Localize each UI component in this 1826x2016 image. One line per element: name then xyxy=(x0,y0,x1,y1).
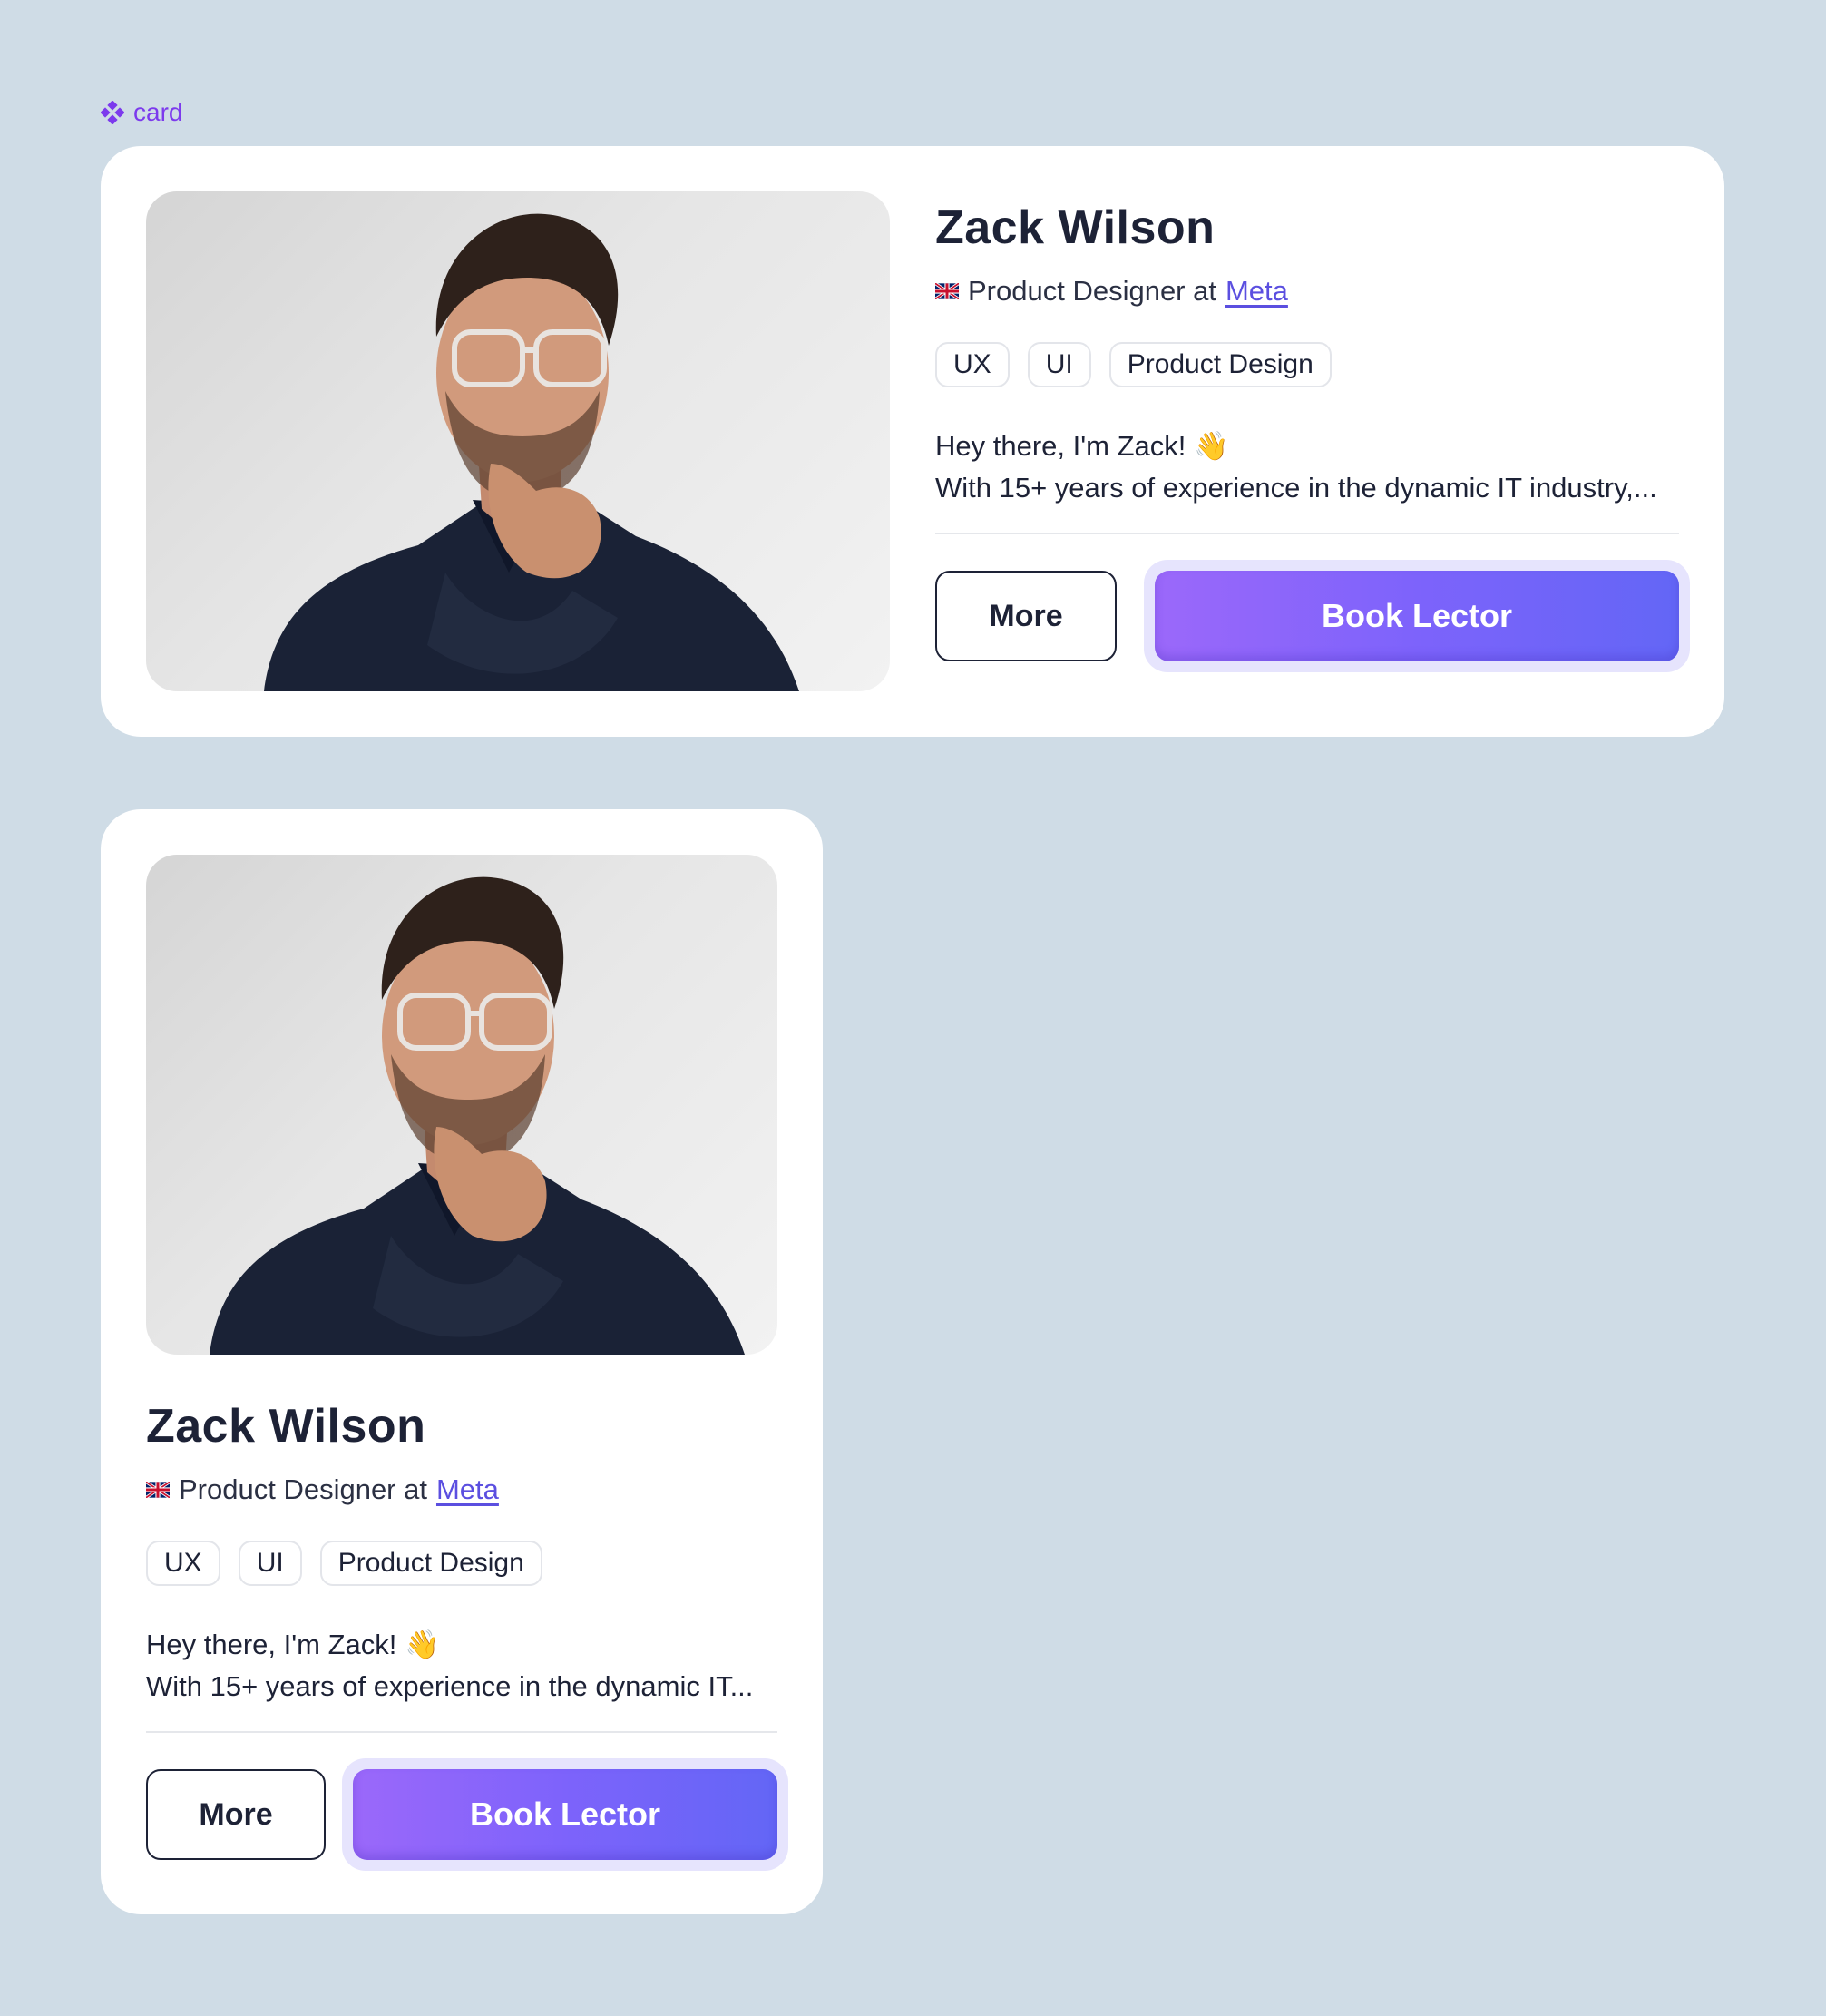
tag-list: UX UI Product Design xyxy=(935,342,1679,387)
role-text: Product Designer at xyxy=(179,1473,427,1505)
card-actions: More Book Lector xyxy=(146,1758,788,1871)
book-lector-button[interactable]: Book Lector xyxy=(1155,571,1679,661)
component-label-text: card xyxy=(133,98,183,126)
tag-product-design[interactable]: Product Design xyxy=(319,1541,542,1586)
role-text: Product Designer at xyxy=(968,275,1216,307)
uk-flag-icon xyxy=(935,283,959,299)
lector-card-horizontal: Zack Wilson Product Designer at Meta UX … xyxy=(101,146,1724,737)
lector-info: Zack Wilson Product Designer at Meta UX … xyxy=(935,201,1690,672)
lector-role: Product Designer at Meta xyxy=(935,275,1679,308)
lector-name: Zack Wilson xyxy=(146,1400,426,1453)
tag-ui[interactable]: UI xyxy=(1027,342,1091,387)
lector-name: Zack Wilson xyxy=(935,201,1216,254)
lector-info: Zack Wilson Product Designer at Meta UX … xyxy=(146,1399,788,1871)
book-lector-focus-ring: Book Lector xyxy=(342,1758,788,1871)
lector-photo xyxy=(146,855,777,1355)
lector-role: Product Designer at Meta xyxy=(146,1473,777,1506)
book-lector-focus-ring: Book Lector xyxy=(1144,560,1690,672)
more-button[interactable]: More xyxy=(146,1769,326,1860)
card-actions: More Book Lector xyxy=(935,560,1690,672)
bio-line-2: With 15+ years of experience in the dyna… xyxy=(935,472,1657,504)
lector-bio: Hey there, I'm Zack! 👋 With 15+ years of… xyxy=(935,426,1679,509)
tag-ux[interactable]: UX xyxy=(935,342,1010,387)
uk-flag-icon xyxy=(146,1482,170,1498)
book-lector-button[interactable]: Book Lector xyxy=(353,1769,777,1860)
more-button[interactable]: More xyxy=(935,571,1117,661)
lector-bio: Hey there, I'm Zack! 👋 With 15+ years of… xyxy=(146,1624,777,1708)
divider xyxy=(935,533,1679,534)
tag-product-design[interactable]: Product Design xyxy=(1108,342,1332,387)
company-link[interactable]: Meta xyxy=(1225,275,1288,308)
tag-ux[interactable]: UX xyxy=(146,1541,220,1586)
bio-line-2: With 15+ years of experience in the dyna… xyxy=(146,1670,754,1702)
tag-list: UX UI Product Design xyxy=(146,1541,777,1586)
company-link[interactable]: Meta xyxy=(436,1473,499,1506)
tag-ui[interactable]: UI xyxy=(238,1541,302,1586)
lector-photo xyxy=(146,191,890,691)
bio-line-1: Hey there, I'm Zack! 👋 xyxy=(935,430,1229,462)
divider xyxy=(146,1731,777,1733)
lector-card-vertical: Zack Wilson Product Designer at Meta UX … xyxy=(101,809,823,1914)
component-label: card xyxy=(101,98,182,127)
bio-line-1: Hey there, I'm Zack! 👋 xyxy=(146,1629,440,1660)
component-icon xyxy=(101,101,124,124)
